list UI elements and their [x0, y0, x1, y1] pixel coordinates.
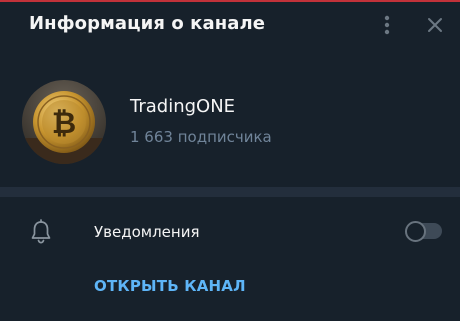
svg-text:₿: ₿	[52, 106, 76, 141]
section-divider	[0, 187, 460, 197]
more-vertical-icon	[384, 15, 390, 35]
bell-icon	[29, 219, 53, 245]
notifications-toggle[interactable]	[405, 221, 442, 242]
close-icon	[428, 18, 442, 32]
panel-header: Информация о канале	[0, 2, 460, 46]
more-options-button[interactable]	[376, 13, 398, 37]
close-button[interactable]	[423, 13, 447, 37]
channel-avatar[interactable]: ₿	[22, 80, 106, 164]
open-channel-button[interactable]: ОТКРЫТЬ КАНАЛ	[94, 277, 246, 295]
subscriber-count: 1 663 подписчика	[130, 128, 272, 146]
toggle-knob	[405, 221, 426, 242]
bitcoin-coin-avatar: ₿	[22, 80, 106, 164]
notifications-label: Уведомления	[94, 223, 200, 241]
channel-name: TradingONE	[130, 96, 236, 117]
panel-title: Информация о канале	[29, 13, 266, 34]
